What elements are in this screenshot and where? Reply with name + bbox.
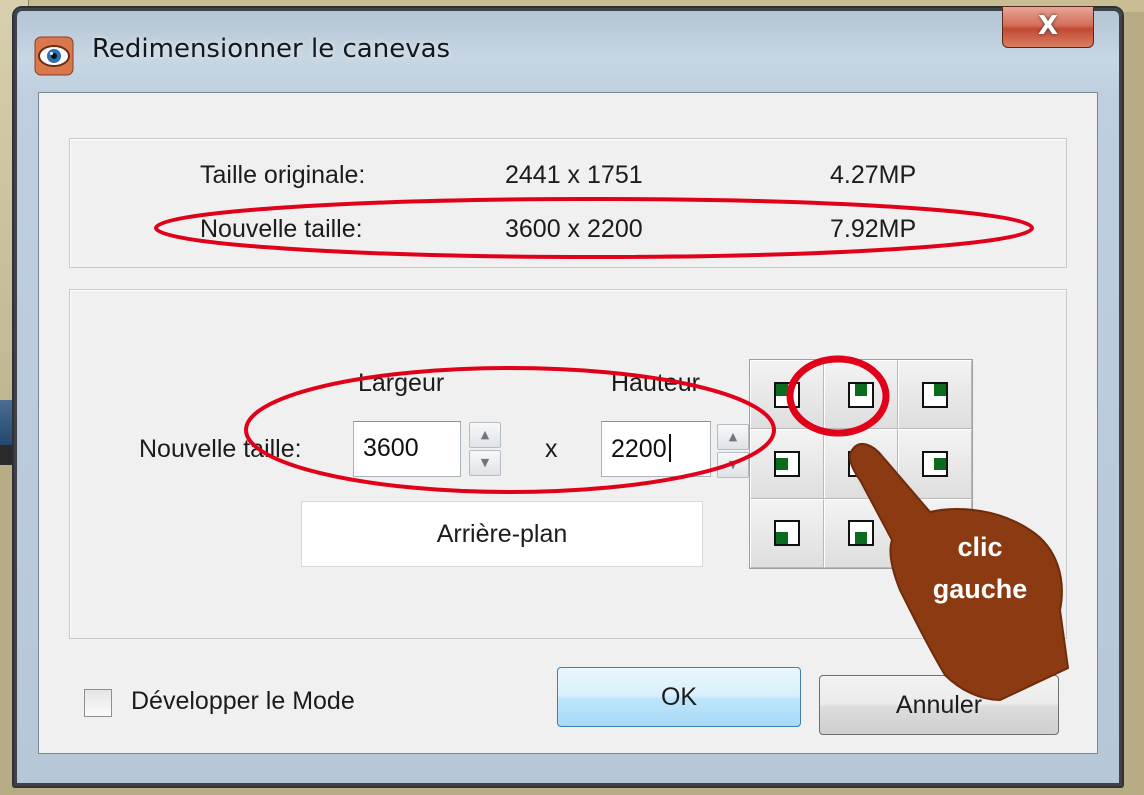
anchor-bottom-left-button[interactable] bbox=[750, 498, 824, 568]
title-bar[interactable]: Redimensionner le canevas X bbox=[14, 6, 1122, 92]
window-title: Redimensionner le canevas bbox=[92, 34, 451, 64]
width-header: Largeur bbox=[358, 369, 445, 397]
width-decrement-button[interactable]: ▼ bbox=[469, 450, 501, 476]
size-info-group: Taille originale: 2441 x 1751 4.27MP Nou… bbox=[69, 138, 1067, 268]
original-size-label: Taille originale: bbox=[200, 161, 366, 189]
height-increment-button[interactable]: ▲ bbox=[717, 424, 749, 450]
develop-mode-label: Développer le Mode bbox=[131, 687, 355, 715]
new-size-value: 3600 x 2200 bbox=[505, 215, 643, 243]
anchor-middle-right-icon bbox=[922, 450, 948, 477]
anchor-bottom-center-icon bbox=[848, 520, 874, 547]
anchor-top-center-button[interactable] bbox=[824, 360, 898, 430]
original-size-value: 2441 x 1751 bbox=[505, 161, 643, 189]
background-color-button[interactable]: Arrière-plan bbox=[301, 501, 703, 567]
anchor-top-left-icon bbox=[774, 381, 800, 408]
anchor-middle-left-button[interactable] bbox=[750, 429, 824, 499]
develop-mode-checkbox[interactable] bbox=[84, 689, 112, 717]
new-size-row-label: Nouvelle taille: bbox=[139, 435, 302, 463]
height-header: Hauteur bbox=[611, 369, 700, 397]
width-spinner[interactable]: ▲ ▼ bbox=[469, 421, 503, 477]
anchor-middle-center-icon bbox=[848, 450, 874, 477]
anchor-top-right-icon bbox=[922, 381, 948, 408]
new-size-label: Nouvelle taille: bbox=[200, 215, 363, 243]
new-megapixels: 7.92MP bbox=[830, 215, 917, 243]
dialog-body: Taille originale: 2441 x 1751 4.27MP Nou… bbox=[38, 92, 1098, 754]
height-decrement-button[interactable]: ▼ bbox=[717, 452, 749, 478]
width-increment-button[interactable]: ▲ bbox=[469, 422, 501, 448]
close-button[interactable]: X bbox=[1002, 6, 1094, 48]
resize-canvas-dialog: Redimensionner le canevas X Taille origi… bbox=[12, 6, 1124, 788]
anchor-bottom-left-icon bbox=[774, 520, 800, 547]
width-input[interactable]: 3600 bbox=[353, 421, 461, 477]
app-eye-icon bbox=[34, 36, 74, 76]
dimension-separator: x bbox=[545, 435, 558, 463]
original-megapixels: 4.27MP bbox=[830, 161, 917, 189]
height-input[interactable]: 2200 bbox=[601, 421, 711, 477]
anchor-middle-left-icon bbox=[774, 450, 800, 477]
cancel-button[interactable]: Annuler bbox=[819, 675, 1059, 735]
anchor-top-left-button[interactable] bbox=[750, 360, 824, 430]
anchor-top-center-icon bbox=[848, 381, 874, 408]
annotation-text-line2: gauche bbox=[932, 574, 1028, 604]
height-input-value: 2200 bbox=[611, 435, 667, 463]
anchor-middle-center-button[interactable] bbox=[824, 429, 898, 499]
width-input-value: 3600 bbox=[363, 434, 419, 462]
anchor-bottom-center-button[interactable] bbox=[824, 498, 898, 568]
anchor-middle-right-button[interactable] bbox=[898, 429, 972, 499]
anchor-top-right-button[interactable] bbox=[898, 360, 972, 430]
annotation-text-line1: clic bbox=[957, 532, 1003, 562]
height-spinner[interactable]: ▲ ▼ bbox=[717, 423, 751, 479]
ok-button[interactable]: OK bbox=[557, 667, 801, 727]
text-caret bbox=[668, 434, 671, 462]
